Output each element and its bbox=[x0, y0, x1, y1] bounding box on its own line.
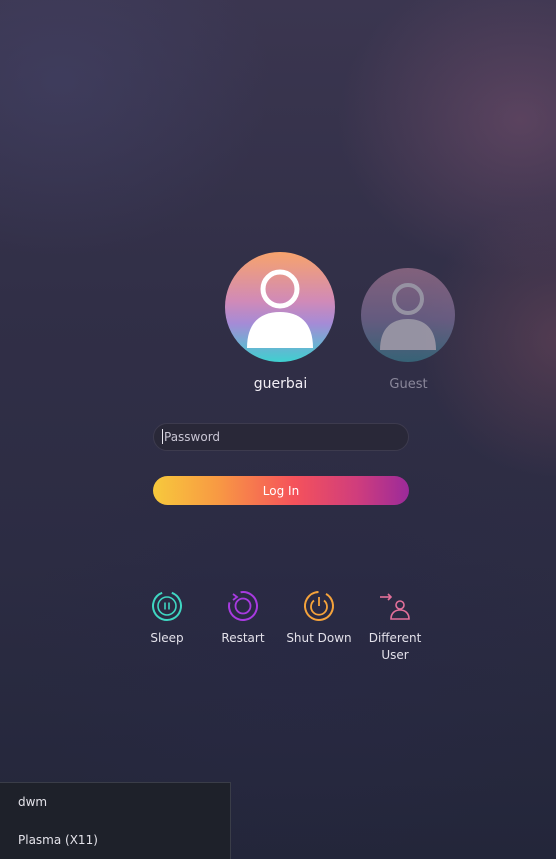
avatar[interactable] bbox=[225, 252, 335, 362]
avatar[interactable] bbox=[361, 268, 455, 362]
user-guest[interactable]: Guest bbox=[361, 268, 456, 392]
restart-button[interactable]: Restart bbox=[205, 588, 281, 647]
session-menu: dwm Plasma (X11) bbox=[0, 782, 231, 859]
text-caret bbox=[162, 429, 163, 444]
power-icon bbox=[304, 591, 334, 621]
password-input[interactable] bbox=[153, 423, 409, 451]
different-user-label: Different User bbox=[368, 631, 422, 662]
sleep-label: Sleep bbox=[150, 631, 184, 645]
session-item-dwm[interactable]: dwm bbox=[18, 795, 47, 809]
shutdown-button[interactable]: Shut Down bbox=[281, 588, 357, 647]
restart-label: Restart bbox=[221, 631, 265, 645]
login-button[interactable]: Log In bbox=[153, 476, 409, 505]
restart-icon bbox=[228, 591, 258, 621]
sleep-icon bbox=[152, 591, 182, 621]
user-name: guerbai bbox=[253, 376, 308, 392]
user-silhouette-icon bbox=[247, 269, 313, 348]
sleep-button[interactable]: Sleep bbox=[129, 588, 205, 647]
shutdown-label: Shut Down bbox=[286, 631, 352, 645]
user-name: Guest bbox=[389, 377, 428, 392]
different-user-button[interactable]: Different User bbox=[357, 588, 433, 664]
session-item-plasma[interactable]: Plasma (X11) bbox=[18, 833, 98, 847]
user-silhouette-icon bbox=[380, 283, 436, 350]
user-guerbai[interactable]: guerbai bbox=[225, 252, 336, 392]
switch-user-icon bbox=[380, 593, 410, 620]
